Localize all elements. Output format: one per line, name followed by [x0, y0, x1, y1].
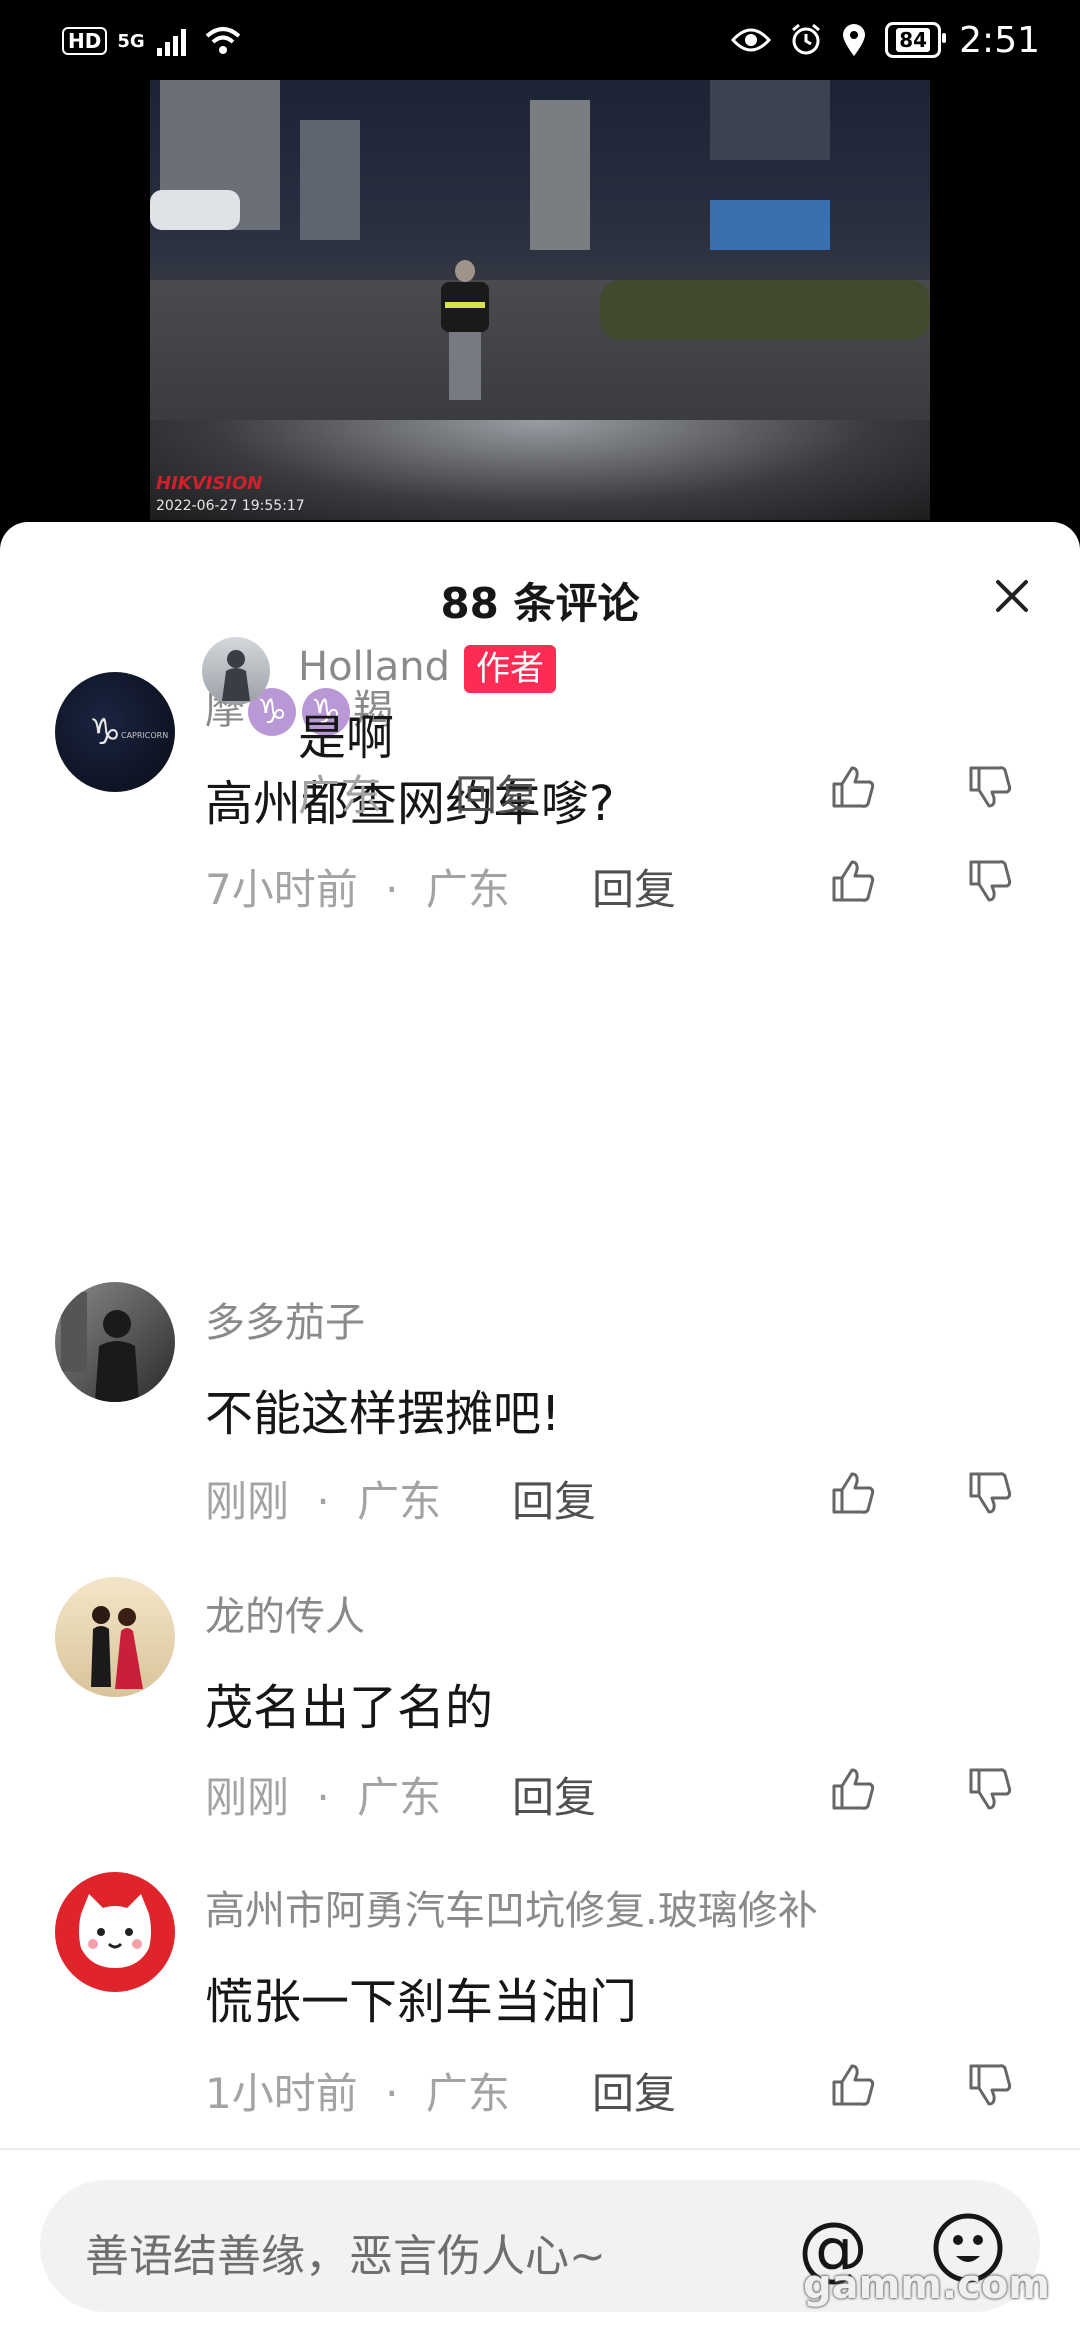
couple-avatar-icon — [91, 1606, 143, 1689]
location-icon — [843, 24, 866, 56]
comment-sheet: 88 条评论 ♑ CAPRICORN 摩 ♑ ♑ 羯 高州都查网约车嗲? 7小时前 ·… — [0, 522, 1080, 2340]
battery-level: 84 — [896, 28, 931, 52]
meta-separator: · — [316, 1773, 330, 1822]
meta-separator: · — [385, 2069, 399, 2118]
video-person — [435, 260, 495, 400]
alarm-icon — [792, 23, 821, 55]
network-label: 5G — [117, 30, 145, 52]
clock: 2:51 — [959, 19, 1040, 61]
like-icon[interactable] — [828, 2060, 878, 2110]
comment-text: 高州都查网约车嗲? — [205, 776, 615, 832]
status-bar: HD 5G 84 2:51 — [0, 0, 1080, 80]
comment-location: 广东 — [425, 2069, 510, 2118]
input-placeholder: 善语结善缘，恶言伤人心~ — [85, 2231, 606, 2282]
comment-meta: 广东 — [298, 762, 382, 823]
avatar[interactable]: ♑ CAPRICORN — [55, 672, 175, 792]
video-frame[interactable]: HIKVISION 2022-06-27 19:55:17 — [150, 80, 930, 520]
author-badge: 作者 — [464, 645, 557, 693]
dislike-icon[interactable] — [965, 2060, 1015, 2110]
close-icon — [996, 580, 1028, 612]
video-player[interactable]: HIKVISION 2022-06-27 19:55:17 — [0, 80, 1080, 525]
like-icon[interactable] — [828, 1468, 878, 1518]
meta-separator: · — [385, 865, 399, 914]
avatar[interactable] — [55, 1872, 175, 1992]
comment-location: 广东 — [298, 771, 383, 820]
site-watermark: gamm.com — [802, 2262, 1050, 2308]
comment-author[interactable]: 龙的传人 — [205, 1584, 365, 1642]
camera-brand: HIKVISION — [156, 473, 263, 494]
dislike-icon[interactable] — [965, 1468, 1015, 1518]
comment-time: 1小时前 — [205, 2069, 358, 2118]
comment-meta: 7小时前 · 广东 — [205, 856, 510, 917]
svg-text:♑: ♑ — [89, 712, 121, 753]
comment-time: 刚刚 — [205, 1477, 290, 1526]
status-right: 84 2:51 — [731, 16, 1040, 64]
battery-indicator: 84 — [885, 22, 947, 58]
close-button[interactable] — [984, 568, 1040, 624]
comment-time: 7小时前 — [205, 865, 358, 914]
capricorn-avatar-icon: ♑ CAPRICORN — [89, 712, 168, 753]
person-avatar-icon — [222, 650, 250, 701]
comment-meta: 刚刚 · 广东 — [205, 1468, 441, 1529]
comment-location: 广东 — [357, 1773, 442, 1822]
comment-author[interactable]: 高州市阿勇汽车凹坑修复.玻璃修补 — [205, 1878, 818, 1936]
reply-button[interactable]: 回复 — [512, 1764, 596, 1825]
dislike-icon[interactable] — [965, 1764, 1015, 1814]
avatar[interactable] — [55, 1577, 175, 1697]
comment-author[interactable]: 多多茄子 — [205, 1290, 365, 1348]
like-icon[interactable] — [828, 1764, 878, 1814]
dislike-icon[interactable] — [965, 762, 1015, 812]
avatar[interactable] — [55, 1282, 175, 1402]
cat-avatar-icon — [79, 1894, 151, 1968]
comment-text: 茂名出了名的 — [205, 1680, 494, 1736]
comment-location: 广东 — [357, 1477, 442, 1526]
comment-meta: 1小时前 · 广东 — [205, 2060, 510, 2121]
like-icon[interactable] — [828, 856, 878, 906]
comment-meta: 刚刚 · 广东 — [205, 1764, 441, 1825]
reply-button[interactable]: 回复 — [512, 1468, 596, 1529]
reply-button[interactable]: 回复 — [592, 2060, 676, 2121]
reply-button[interactable]: 回复 — [592, 856, 676, 917]
reply-button[interactable]: 回复 — [455, 762, 539, 823]
comment-time: 刚刚 — [205, 1773, 290, 1822]
comment-text: 是啊 — [298, 710, 395, 766]
hd-indicator: HD — [62, 27, 108, 55]
author-name: Holland — [298, 644, 451, 690]
meta-separator: · — [316, 1477, 330, 1526]
comment-count-title: 88 条评论 — [440, 579, 640, 628]
eye-icon — [731, 28, 772, 52]
like-icon[interactable] — [828, 762, 878, 812]
wifi-icon — [205, 27, 240, 54]
comment-location: 广东 — [425, 865, 510, 914]
signal-icon — [156, 29, 186, 56]
dislike-icon[interactable] — [965, 856, 1015, 906]
status-left: HD 5G — [62, 22, 241, 60]
person-avatar-icon — [61, 1292, 139, 1402]
avatar[interactable] — [202, 637, 270, 705]
comment-author[interactable]: Holland 作者 — [298, 644, 557, 693]
comment-text: 慌张一下刹车当油门 — [205, 1974, 638, 2030]
video-timestamp: 2022-06-27 19:55:17 — [156, 498, 305, 514]
svg-text:CAPRICORN: CAPRICORN — [121, 731, 168, 740]
comment-text: 不能这样摆摊吧! — [205, 1386, 561, 1442]
